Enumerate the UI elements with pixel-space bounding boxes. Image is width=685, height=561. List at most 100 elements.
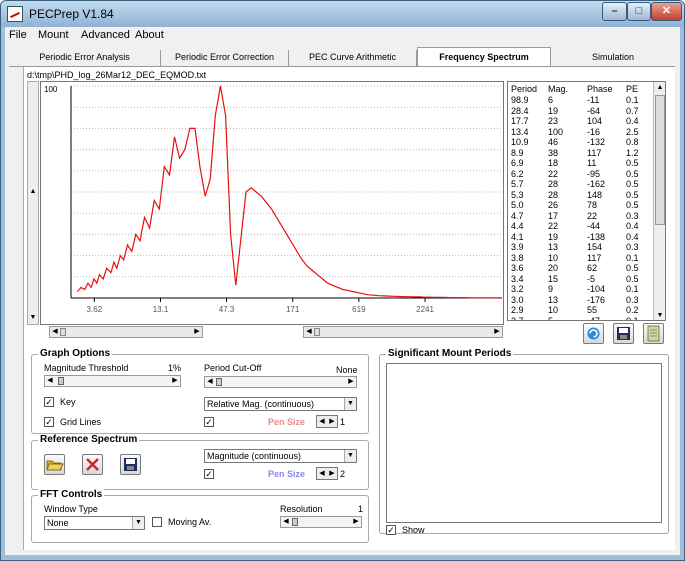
reference-pen-checkbox[interactable]: ✓ <box>204 469 214 479</box>
menu-advanced[interactable]: Advanced <box>81 29 130 41</box>
scroll-right-arrow-icon[interactable]: ▶ <box>492 327 502 337</box>
refresh-button[interactable] <box>583 323 604 344</box>
period-cell: 4.4 <box>511 221 524 231</box>
table-row[interactable]: 17.7 23 104 0.4 <box>511 116 651 126</box>
slider-thumb[interactable] <box>292 518 298 526</box>
table-row[interactable]: 3.8 10 117 0.1 <box>511 253 651 263</box>
table-row[interactable]: 10.9 46 -132 0.8 <box>511 137 651 147</box>
spin-left-icon[interactable]: ◀ <box>317 416 327 427</box>
magnitude-threshold-label: Magnitude Threshold <box>44 363 129 373</box>
maximize-button[interactable]: □ <box>627 2 651 21</box>
show-checkbox[interactable]: ✓ <box>386 525 396 535</box>
menu-mount[interactable]: Mount <box>38 29 69 41</box>
spectrum-graph[interactable]: 100 3.62 13.1 47.3 171 619 2241 <box>40 81 504 325</box>
period-cell: 6.2 <box>511 168 524 179</box>
scroll-up-arrow-icon[interactable]: ▲ <box>654 82 665 94</box>
significant-periods-list[interactable] <box>386 363 662 523</box>
period-cell: 3.0 <box>511 294 524 305</box>
grid-lines-checkbox[interactable]: ✓ <box>44 417 54 427</box>
slider-left-arrow-icon[interactable]: ◀ <box>205 377 215 387</box>
menu-about[interactable]: About <box>135 29 164 41</box>
table-row[interactable]: 2.7 5 -47 0.1 <box>511 316 651 321</box>
magnitude-threshold-slider[interactable]: ◀ ▶ <box>44 375 181 387</box>
table-row[interactable]: 98.9 6 -11 0.1 <box>511 95 651 105</box>
table-row[interactable]: 3.9 13 154 0.3 <box>511 242 651 252</box>
scroll-thumb[interactable] <box>314 328 320 336</box>
table-row[interactable]: 28.4 19 -64 0.7 <box>511 106 651 116</box>
tab-pec-curve-arithmetic[interactable]: PEC Curve Arithmetic <box>289 50 417 66</box>
slider-left-arrow-icon[interactable]: ◀ <box>281 517 291 527</box>
moving-av-checkbox[interactable] <box>152 517 162 527</box>
scroll-thumb[interactable] <box>655 95 665 225</box>
table-header: Period Mag. Phase PE <box>511 84 651 94</box>
table-row[interactable]: 3.6 20 62 0.5 <box>511 263 651 273</box>
table-row[interactable]: 13.4 100 -16 2.5 <box>511 127 651 137</box>
header-pe: PE <box>626 84 639 94</box>
table-row[interactable]: 3.2 9 -104 0.1 <box>511 284 651 294</box>
scroll-thumb[interactable] <box>60 328 66 336</box>
table-scrollbar[interactable]: ▲ ▼ <box>653 82 665 320</box>
resolution-slider[interactable]: ◀ ▶ <box>280 516 362 528</box>
scroll-left-arrow-icon[interactable]: ◀ <box>304 327 314 337</box>
mag-cell: 20 <box>548 263 559 273</box>
table-row[interactable]: 5.3 28 148 0.5 <box>511 190 651 200</box>
spin-right-icon[interactable]: ▶ <box>327 416 337 427</box>
table-row[interactable]: 2.9 10 55 0.2 <box>511 305 651 315</box>
slider-right-arrow-icon[interactable]: ▶ <box>351 517 361 527</box>
pe-cell: 0.2 <box>626 305 639 315</box>
spin-right-icon[interactable]: ▶ <box>327 468 337 479</box>
slider-thumb[interactable] <box>216 378 222 386</box>
table-row[interactable]: 5.7 28 -162 0.5 <box>511 179 651 189</box>
pe-cell: 0.1 <box>626 252 639 263</box>
spin-left-icon[interactable]: ◀ <box>317 468 327 479</box>
reference-mode-dropdown[interactable]: Magnitude (continuous) ▼ <box>204 449 357 463</box>
delete-reference-button[interactable] <box>82 454 103 475</box>
tab-simulation[interactable]: Simulation <box>551 50 675 66</box>
slider-left-arrow-icon[interactable]: ◀ <box>45 376 55 386</box>
graph-horizontal-scrollbar-left[interactable]: ◀ ▶ <box>49 326 203 338</box>
minimize-button[interactable]: – <box>602 2 627 21</box>
table-row[interactable]: 6.2 22 -95 0.5 <box>511 169 651 179</box>
pen-size-spinner[interactable]: ◀ ▶ <box>316 415 338 428</box>
table-row[interactable]: 3.4 15 -5 0.5 <box>511 274 651 284</box>
window-type-dropdown[interactable]: None ▼ <box>44 516 145 530</box>
tab-periodic-error-correction[interactable]: Periodic Error Correction <box>161 50 289 66</box>
slider-right-arrow-icon[interactable]: ▶ <box>346 377 356 387</box>
window-type-label: Window Type <box>44 504 98 514</box>
title-bar[interactable]: PECPrep V1.84 – □ ✕ <box>1 1 684 27</box>
spectrum-chart: 100 3.62 13.1 47.3 171 619 2241 <box>44 85 502 314</box>
table-row[interactable]: 6.9 18 11 0.5 <box>511 158 651 168</box>
table-row[interactable]: 4.1 19 -138 0.4 <box>511 232 651 242</box>
period-cutoff-slider[interactable]: ◀ ▶ <box>204 376 357 388</box>
display-mode-dropdown[interactable]: Relative Mag. (continuous) ▼ <box>204 397 357 411</box>
table-row[interactable]: 5.0 26 78 0.5 <box>511 200 651 210</box>
pen-checkbox[interactable]: ✓ <box>204 417 214 427</box>
menu-file[interactable]: File <box>9 29 27 41</box>
slider-thumb[interactable] <box>58 377 65 385</box>
display-mode-value: Relative Mag. (continuous) <box>207 399 315 409</box>
tab-periodic-error-analysis[interactable]: Periodic Error Analysis <box>9 50 161 66</box>
key-checkbox[interactable]: ✓ <box>44 397 54 407</box>
table-row[interactable]: 4.4 22 -44 0.4 <box>511 221 651 231</box>
save-table-button[interactable] <box>613 323 634 344</box>
menu-bar: File Mount Advanced About <box>5 27 680 44</box>
scroll-right-arrow-icon[interactable]: ▶ <box>192 327 202 337</box>
scroll-down-arrow-icon[interactable]: ▼ <box>654 310 665 320</box>
periods-table[interactable]: Period Mag. Phase PE 98.9 6 -11 0.1 28.4 19 -6… <box>507 81 666 321</box>
close-button[interactable]: ✕ <box>651 2 682 21</box>
graph-vertical-scrollbar[interactable]: ▲ ▼ <box>27 81 39 325</box>
phase-cell: 62 <box>587 263 598 273</box>
export-table-button[interactable] <box>643 323 664 344</box>
table-row[interactable]: 8.9 38 117 1.2 <box>511 148 651 158</box>
reference-pen-size-spinner[interactable]: ◀ ▶ <box>316 467 338 480</box>
table-row[interactable]: 3.0 13 -176 0.3 <box>511 295 651 305</box>
scroll-left-arrow-icon[interactable]: ◀ <box>50 327 60 337</box>
scroll-up-arrow-icon[interactable]: ▲ <box>28 186 38 198</box>
table-row[interactable]: 4.7 17 22 0.3 <box>511 211 651 221</box>
save-reference-button[interactable] <box>120 454 141 475</box>
graph-horizontal-scrollbar-right[interactable]: ◀ ▶ <box>303 326 503 338</box>
open-reference-button[interactable] <box>44 454 65 475</box>
tab-frequency-spectrum[interactable]: Frequency Spectrum <box>417 47 551 66</box>
slider-right-arrow-icon[interactable]: ▶ <box>170 376 180 386</box>
scroll-down-arrow-icon[interactable]: ▼ <box>28 312 38 324</box>
